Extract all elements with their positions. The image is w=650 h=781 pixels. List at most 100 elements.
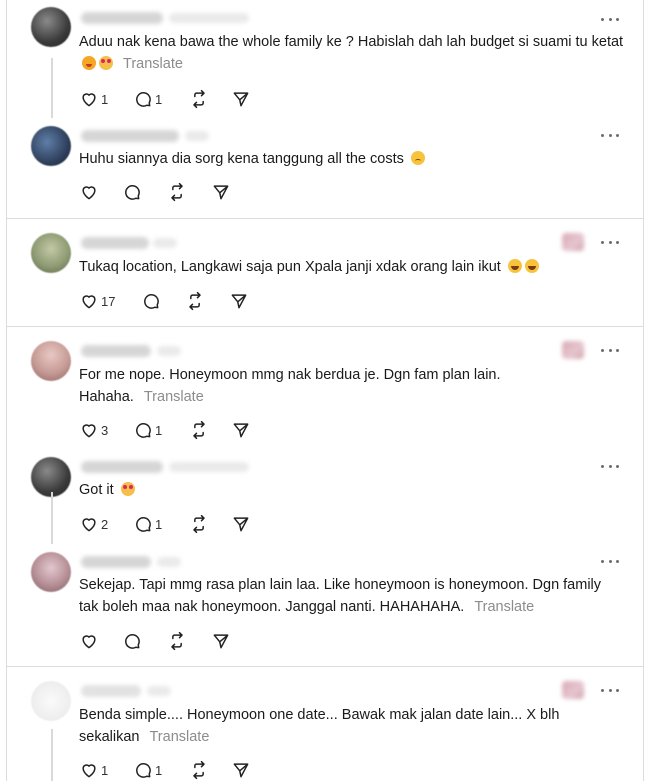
- repost-button[interactable]: [185, 290, 205, 312]
- avatar[interactable]: [31, 341, 71, 381]
- share-button[interactable]: [231, 419, 251, 441]
- like-button[interactable]: [79, 630, 99, 652]
- heart-icon: [82, 93, 96, 107]
- share-button[interactable]: [211, 630, 231, 652]
- like-count: 1: [101, 762, 109, 778]
- reply-post: Huhu siannya dia sorg kena tanggung all …: [7, 58, 643, 218]
- more-options-icon[interactable]: [601, 463, 619, 469]
- repost-button[interactable]: [167, 630, 187, 652]
- username-redacted[interactable]: [81, 130, 179, 142]
- post-text: Sekejap. Tapi mmg rasa plan lain laa. Li…: [79, 577, 602, 615]
- avatar[interactable]: [31, 7, 71, 47]
- post-text: Huhu siannya dia sorg kena tanggung all …: [79, 148, 624, 170]
- repost-icon: [171, 631, 183, 651]
- reply-count: 1: [155, 422, 163, 438]
- media-thumbnail[interactable]: [562, 341, 584, 359]
- heart-eyes-emoji-icon: [120, 482, 135, 496]
- like-button[interactable]: 3: [79, 419, 108, 441]
- repost-button[interactable]: [189, 88, 209, 110]
- timestamp-redacted: [147, 686, 171, 696]
- grin-emoji-icon: [507, 259, 522, 273]
- avatar[interactable]: [31, 126, 71, 166]
- comment-icon: [136, 517, 151, 532]
- repost-icon: [193, 420, 205, 440]
- share-icon: [233, 423, 249, 438]
- translate-link[interactable]: Translate: [474, 599, 534, 615]
- reply-post: For me nope. Honeymoon mmg nak berdua je…: [7, 327, 643, 449]
- repost-icon: [193, 514, 205, 534]
- timestamp-redacted: [169, 13, 249, 23]
- share-button[interactable]: [231, 759, 251, 781]
- repost-button[interactable]: [189, 419, 209, 441]
- repost-icon: [189, 291, 201, 311]
- reply-button[interactable]: [141, 290, 161, 312]
- share-icon: [233, 763, 249, 778]
- like-button[interactable]: 1: [79, 759, 108, 781]
- more-options-icon[interactable]: [601, 16, 619, 22]
- avatar[interactable]: [31, 457, 71, 497]
- timestamp-redacted: [157, 557, 181, 567]
- reply-count: 1: [155, 91, 163, 107]
- avatar[interactable]: [31, 552, 71, 592]
- repost-icon: [171, 182, 183, 202]
- comment-icon: [144, 294, 159, 309]
- translate-link[interactable]: Translate: [123, 56, 183, 72]
- reply-post: Aduu nak kena bawa the whole family ke ?…: [7, 0, 643, 118]
- repost-button[interactable]: [167, 181, 187, 203]
- heart-icon: [82, 635, 96, 649]
- share-icon: [231, 294, 247, 309]
- post-text: For me nope. Honeymoon mmg nak berdua je…: [79, 367, 501, 405]
- reply-button[interactable]: 1: [133, 419, 162, 441]
- like-button[interactable]: 2: [79, 513, 108, 535]
- avatar[interactable]: [31, 233, 71, 273]
- comment-icon: [125, 185, 140, 200]
- share-icon: [213, 634, 229, 649]
- avatar[interactable]: [31, 681, 71, 721]
- like-count: 3: [101, 422, 109, 438]
- like-button[interactable]: [79, 181, 99, 203]
- translate-link[interactable]: Translate: [149, 729, 209, 745]
- reply-button[interactable]: [122, 630, 142, 652]
- more-options-icon[interactable]: [601, 347, 619, 353]
- reply-count: 1: [155, 516, 163, 532]
- share-icon: [233, 92, 249, 107]
- like-button[interactable]: 17: [79, 290, 115, 312]
- username-redacted[interactable]: [81, 556, 151, 568]
- reply-button[interactable]: 1: [133, 513, 162, 535]
- reply-post: Got it 2 1: [7, 449, 643, 544]
- username-redacted[interactable]: [81, 12, 163, 24]
- media-thumbnail[interactable]: [562, 233, 584, 251]
- heart-icon: [82, 295, 96, 309]
- reply-post: Benda simple.... Honeymoon one date... B…: [7, 667, 643, 781]
- username-redacted[interactable]: [81, 461, 163, 473]
- like-button[interactable]: 1: [79, 88, 108, 110]
- heart-eyes-emoji-icon: [99, 56, 113, 70]
- username-redacted[interactable]: [81, 345, 151, 357]
- media-thumbnail[interactable]: [562, 681, 584, 699]
- share-button[interactable]: [211, 181, 231, 203]
- post-text: Aduu nak kena bawa the whole family ke ?…: [79, 34, 624, 72]
- more-options-icon[interactable]: [601, 558, 619, 564]
- repost-button[interactable]: [189, 513, 209, 535]
- comment-icon: [125, 634, 140, 649]
- share-button[interactable]: [231, 513, 251, 535]
- share-button[interactable]: [231, 88, 251, 110]
- reply-button[interactable]: [122, 181, 142, 203]
- username-redacted[interactable]: [81, 685, 141, 697]
- more-options-icon[interactable]: [601, 687, 619, 693]
- username-redacted[interactable]: [81, 237, 149, 249]
- reply-button[interactable]: 1: [133, 759, 162, 781]
- reply-post: Tukaq location, Langkawi saja pun Xpala …: [7, 219, 643, 326]
- more-options-icon[interactable]: [601, 239, 619, 245]
- timestamp-redacted: [157, 346, 181, 356]
- reply-count: 1: [155, 762, 163, 778]
- reply-feed: Aduu nak kena bawa the whole family ke ?…: [6, 0, 644, 781]
- reply-button[interactable]: 1: [133, 88, 162, 110]
- thread-line: [51, 58, 53, 118]
- share-button[interactable]: [229, 290, 249, 312]
- more-options-icon[interactable]: [601, 132, 619, 138]
- comment-icon: [136, 763, 151, 778]
- translate-link[interactable]: Translate: [144, 389, 204, 405]
- repost-button[interactable]: [189, 759, 209, 781]
- share-icon: [213, 185, 229, 200]
